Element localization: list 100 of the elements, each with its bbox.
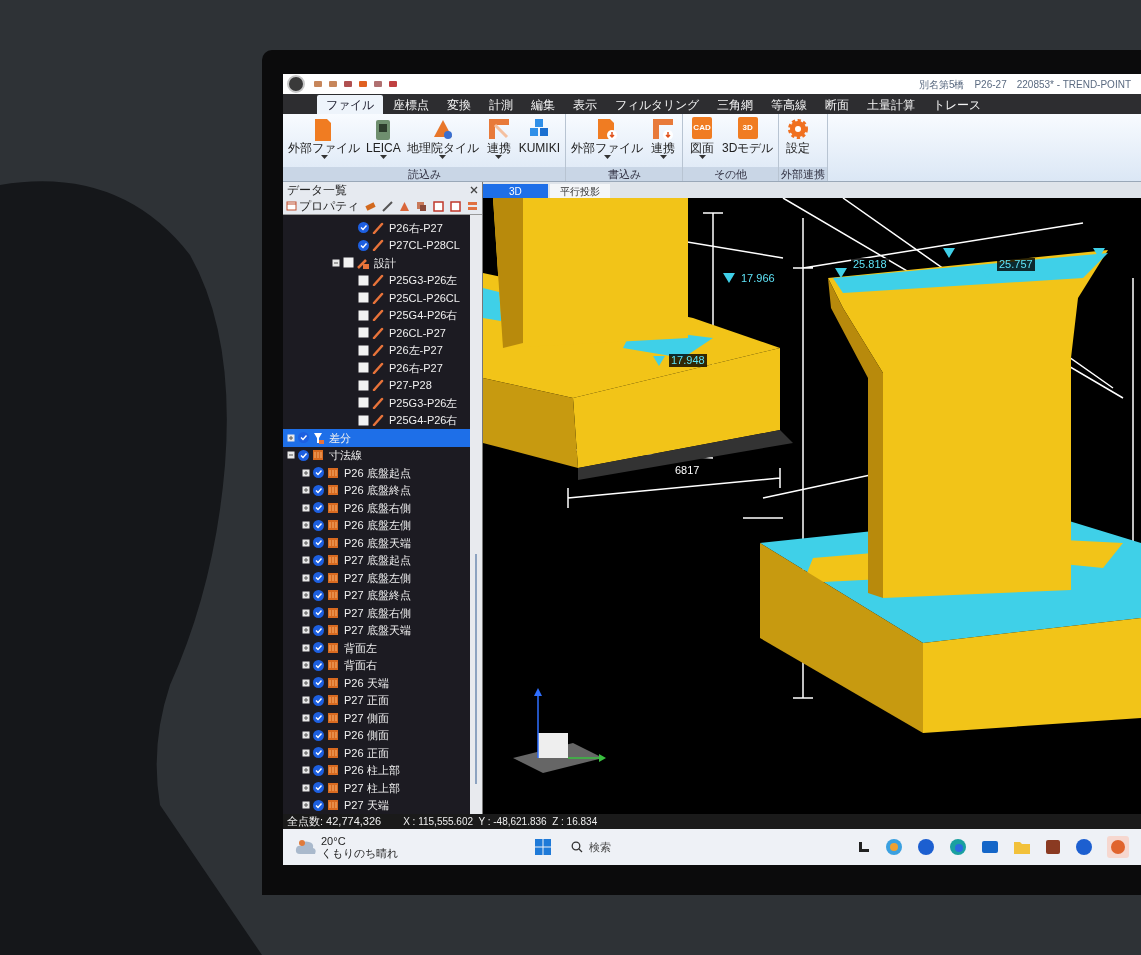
expand-icon[interactable] [302,696,310,705]
menu-tab[interactable]: 土量計算 [859,95,923,114]
expand-icon[interactable] [302,591,310,600]
checkbox[interactable] [313,519,324,531]
checkbox[interactable] [358,397,369,409]
windows-start-icon[interactable] [534,839,551,855]
checkbox[interactable] [313,642,324,654]
tree-item[interactable]: P26 底盤終点 [283,481,470,499]
checkbox[interactable] [313,484,324,496]
expand-icon[interactable] [302,556,310,565]
expand-icon[interactable] [302,783,310,792]
checkbox[interactable] [313,694,324,706]
tree-item[interactable]: P26右-P27 [283,219,470,237]
checkbox[interactable] [313,747,324,759]
tree-item[interactable]: P25G4-P26右 [283,411,470,429]
expand-icon[interactable] [302,573,310,582]
expand-icon[interactable] [302,538,310,547]
tree-item[interactable]: P26 柱上部 [283,761,470,779]
globe-icon[interactable] [1075,838,1093,856]
layers-tool-icon[interactable] [416,200,427,212]
checkbox[interactable] [358,327,369,339]
scrollbar[interactable] [470,215,482,814]
menu-tab[interactable]: フィルタリング [607,95,707,114]
expand-icon[interactable] [302,468,310,477]
checkbox[interactable] [298,432,309,444]
checkbox[interactable] [313,607,324,619]
menu-tab[interactable]: 編集 [523,95,563,114]
stack-icon[interactable] [467,200,478,212]
menu-tab[interactable]: ファイル [317,95,383,114]
browser-icon[interactable] [949,838,967,856]
properties-button[interactable]: プロパティ [286,197,359,215]
checkbox[interactable] [358,362,369,374]
checkbox[interactable] [358,239,369,251]
tree-item[interactable]: P26 底盤天端 [283,534,470,552]
expand-icon[interactable] [302,486,310,495]
checkbox[interactable] [358,379,369,391]
expand-icon[interactable] [302,521,310,530]
checkbox[interactable] [313,467,324,479]
checkbox[interactable] [313,677,324,689]
globe-icon[interactable] [917,838,935,856]
tree-item[interactable]: 背面右 [283,656,470,674]
ribbon-button[interactable]: LEICA [364,117,403,160]
tree-item[interactable]: 背面左 [283,639,470,657]
menu-tab[interactable]: トレース [925,95,989,114]
ribbon-button[interactable]: 連携 [482,117,515,160]
tree-item[interactable]: P26 底盤左側 [283,516,470,534]
menu-tab[interactable]: 表示 [565,95,605,114]
checkbox[interactable] [313,554,324,566]
checkbox[interactable] [358,309,369,321]
tree-item[interactable]: P26CL-P27 [283,324,470,342]
tree-item[interactable]: P27 柱上部 [283,779,470,797]
expand-icon[interactable] [302,713,310,722]
ribbon-button[interactable]: 設定 [782,117,815,155]
close-icon[interactable] [470,186,478,194]
expand-icon[interactable] [302,801,310,810]
tree-item[interactable]: P27-P28 [283,376,470,394]
expand-icon[interactable] [302,661,310,670]
ribbon-button[interactable]: 3D 3Dモデル [720,117,776,155]
checkbox[interactable] [358,344,369,356]
tree-item[interactable]: 差分 [283,429,470,447]
tree-item[interactable]: P27 底盤左側 [283,569,470,587]
menu-tab[interactable]: 等高線 [763,95,815,114]
checkbox[interactable] [313,782,324,794]
collapse-icon[interactable] [332,258,340,267]
checkbox[interactable] [313,729,324,741]
checkbox[interactable] [358,292,369,304]
ribbon-button[interactable]: 外部ファイル [569,117,646,160]
tree-item[interactable]: P26 天端 [283,674,470,692]
tree-item[interactable]: P27 底盤起点 [283,551,470,569]
tree-item[interactable]: P25G4-P26右 [283,306,470,324]
checkbox[interactable] [313,589,324,601]
taskbar-search[interactable]: 検索 [570,838,721,856]
menu-tab[interactable]: 変換 [439,95,479,114]
ribbon-button[interactable]: 連携 [647,117,680,160]
app-icon[interactable] [1045,839,1061,855]
checkbox[interactable] [358,222,369,234]
expand-icon[interactable] [302,608,310,617]
tree-item[interactable]: P27 底盤終点 [283,586,470,604]
pencil-icon[interactable] [382,200,393,212]
tree-item[interactable]: 寸法線 [283,446,470,464]
eraser-icon[interactable] [365,200,376,212]
expand-icon[interactable] [302,731,310,740]
tree-item[interactable]: P26右-P27 [283,359,470,377]
checkbox[interactable] [313,659,324,671]
ribbon-button[interactable]: 外部ファイル [286,117,362,160]
tree-item[interactable]: P27 正面 [283,691,470,709]
menu-tab[interactable]: 計測 [481,95,521,114]
tree-item[interactable]: P27 底盤右側 [283,604,470,622]
checkbox[interactable] [313,537,324,549]
tree-item[interactable]: P25G3-P26左 [283,271,470,289]
ribbon-button[interactable]: 地理院タイル [404,117,481,160]
mail-icon[interactable] [981,838,999,856]
frame-icon[interactable] [433,200,444,212]
checkbox[interactable] [358,274,369,286]
checkbox[interactable] [313,624,324,636]
triangle-tool-icon[interactable] [399,200,410,212]
checkbox[interactable] [313,572,324,584]
menu-tab[interactable]: 断面 [817,95,857,114]
tree-item[interactable]: 設計 [283,254,470,272]
checkbox[interactable] [343,257,354,269]
